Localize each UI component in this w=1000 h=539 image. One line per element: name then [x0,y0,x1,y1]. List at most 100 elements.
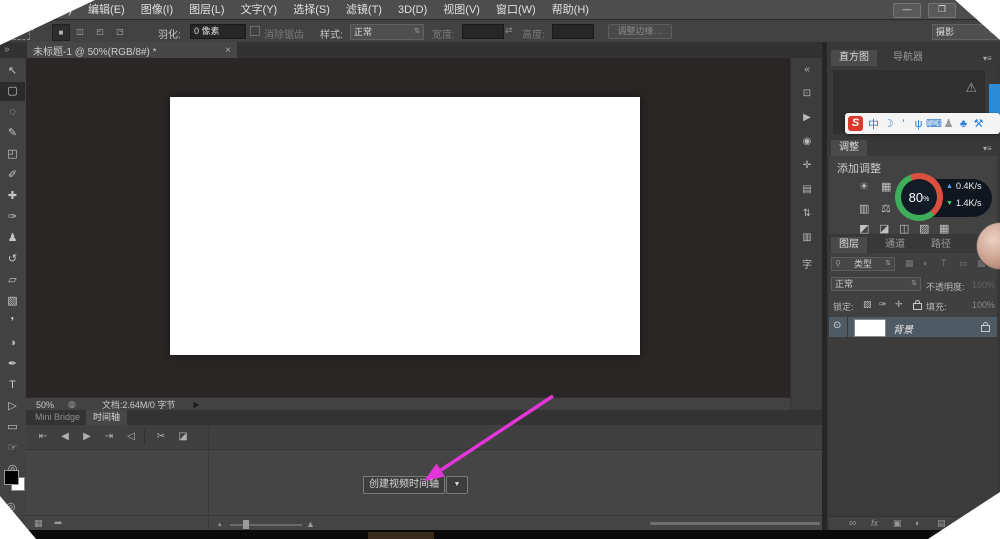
audio-icon[interactable]: ◁ [122,425,140,449]
menu-window[interactable]: 窗口(W) [488,0,544,20]
prev-frame-icon[interactable]: ◀ [56,425,74,449]
menu-layer[interactable]: 图层(L) [181,0,232,20]
panel-menu-icon[interactable]: ▾≡ [983,54,992,63]
layer-name[interactable]: 背景 [893,321,913,336]
tool-spot-healing[interactable]: ✚ [0,187,25,206]
fill-value[interactable]: 100% [972,300,995,310]
first-frame-icon[interactable]: ⇤ [34,425,52,449]
tool-history-brush[interactable]: ↺ [0,250,25,269]
tool-blur[interactable]: ❜ [0,313,25,332]
warning-icon[interactable]: ⚠ [965,80,977,96]
gradient-map-adjustment-icon[interactable]: ▨ [919,222,929,235]
color-balance-adjustment-icon[interactable]: ⚖ [881,202,891,215]
play-icon[interactable]: ▶ [78,425,96,449]
punctuation-icon[interactable]: ’ [896,118,911,130]
menu-select[interactable]: 选择(S) [285,0,338,20]
timeline-zoom-track[interactable] [230,524,302,526]
menu-3d[interactable]: 3D(D) [390,0,435,20]
tab-mini-bridge[interactable]: Mini Bridge [28,410,87,425]
menu-image[interactable]: 图像(I) [133,0,181,20]
chinese-mode-icon[interactable]: 中 [866,116,881,132]
height-input[interactable] [552,24,594,39]
width-input[interactable] [462,24,504,39]
antialias-checkbox[interactable] [250,26,260,36]
invert-adjustment-icon[interactable]: ◩ [859,222,869,235]
zoom-in-icon[interactable]: ▲ [306,519,315,529]
properties-panel-icon[interactable]: ▤ [791,184,823,195]
selective-color-adjustment-icon[interactable]: ▦ [939,222,949,235]
mic-icon[interactable]: ψ [911,118,926,130]
timeline-type-dropdown[interactable]: ▼ [446,476,468,494]
info-panel-icon[interactable]: ✛ [791,160,823,171]
group-icon[interactable]: ▤ [937,518,946,529]
character-panel-icon[interactable]: 字 [791,256,823,271]
style-dropdown[interactable]: 正常 ⇅ [350,24,424,40]
split-icon[interactable]: ✂ [152,425,170,449]
moon-icon[interactable]: ☽ [881,117,896,130]
tool-gradient[interactable]: ▧ [0,292,25,311]
menu-type[interactable]: 文字(Y) [233,0,286,20]
skin-icon[interactable]: ♣ [956,118,971,130]
next-frame-icon[interactable]: ⇥ [100,425,118,449]
adjustment-layer-icon[interactable]: ◐ [915,518,920,528]
close-icon[interactable]: × [225,45,231,56]
layer-mask-icon[interactable]: ▣ [893,518,902,529]
transition-icon[interactable]: ◪ [174,425,192,449]
tool-rectangular-marquee[interactable]: ▢ [0,82,25,101]
lock-position-icon[interactable]: ✛ [895,299,903,310]
tab-histogram[interactable]: 直方图 [831,50,877,66]
swap-panel-icon[interactable]: ⇅ [791,208,823,219]
tool-eyedropper[interactable]: ✐ [0,166,25,185]
create-video-timeline-button[interactable]: 创建视频时间轴 [363,476,445,494]
menu-help[interactable]: 帮助(H) [544,0,597,20]
intersect-selection-icon[interactable]: ◳ [112,24,128,39]
document-tab[interactable]: 未标题-1 @ 50%(RGB/8#) * × [27,42,237,58]
layer-filter-dropdown[interactable]: ⚲ 类型 ⇅ [831,257,895,271]
filter-type-icon[interactable]: T [941,258,947,268]
tool-quick-selection[interactable]: ✎ [0,124,25,143]
filter-adjustment-icon[interactable]: ◐ [923,258,928,268]
brightness-adjustment-icon[interactable]: ☀ [859,180,869,193]
tab-paths[interactable]: 路径 [923,237,959,253]
levels-adjustment-icon[interactable]: ▦ [881,180,891,193]
styles-panel-icon[interactable]: ▥ [791,232,823,243]
panel-menu-icon[interactable]: ▾≡ [983,144,992,153]
menu-filter[interactable]: 滤镜(T) [338,0,390,20]
restore-button[interactable]: ❐ [928,3,956,18]
actions-panel-icon[interactable]: ▶ [791,112,823,123]
layer-row-background[interactable]: ⊙ 背景 [829,317,997,337]
feather-input[interactable]: 0 像素 [190,24,246,39]
tool-type[interactable]: T [0,376,25,395]
vibrance-adjustment-icon[interactable]: ▥ [859,202,869,215]
threshold-adjustment-icon[interactable]: ◫ [899,222,909,235]
tab-navigator[interactable]: 导航器 [885,50,931,66]
posterize-adjustment-icon[interactable]: ◪ [879,222,889,235]
filter-shape-icon[interactable]: ▭ [959,258,968,269]
tool-dodge[interactable]: ◑ [0,334,25,353]
tab-channels[interactable]: 通道 [877,237,913,253]
tool-brush[interactable]: ✑ [0,208,25,227]
swap-dimensions-icon[interactable]: ⇄ [505,25,513,36]
tool-crop[interactable]: ◰ [0,145,25,164]
person-icon[interactable]: ♟ [941,117,956,130]
expand-dock-icon[interactable]: « [791,64,823,75]
keyboard-icon[interactable]: ⌨ [926,117,942,130]
canvas[interactable] [170,97,640,355]
timeline-zoom-handle[interactable] [243,520,249,529]
link-icon[interactable]: ∞ [849,518,856,529]
minimize-button[interactable]: — [893,3,921,18]
tool-eraser[interactable]: ▱ [0,271,25,290]
blend-mode-dropdown[interactable]: 正常 ⇅ [831,277,921,291]
status-expand-icon[interactable]: ▶ [193,400,199,409]
layer-style-icon[interactable]: fx [871,518,878,528]
filter-pixel-icon[interactable]: ▦ [905,258,914,269]
lock-all-icon[interactable] [913,300,922,310]
lock-transparency-icon[interactable]: ▨ [863,299,872,310]
tool-clone-stamp[interactable]: ♟ [0,229,25,248]
tab-adjustments[interactable]: 调整 [831,140,867,156]
menu-view[interactable]: 视图(V) [435,0,488,20]
clone-source-panel-icon[interactable]: ◉ [791,136,823,147]
collapse-tools-icon[interactable]: » [4,44,10,55]
frame-animation-icon[interactable]: ▦ [34,518,43,529]
render-video-icon[interactable]: ➦ [54,518,62,529]
